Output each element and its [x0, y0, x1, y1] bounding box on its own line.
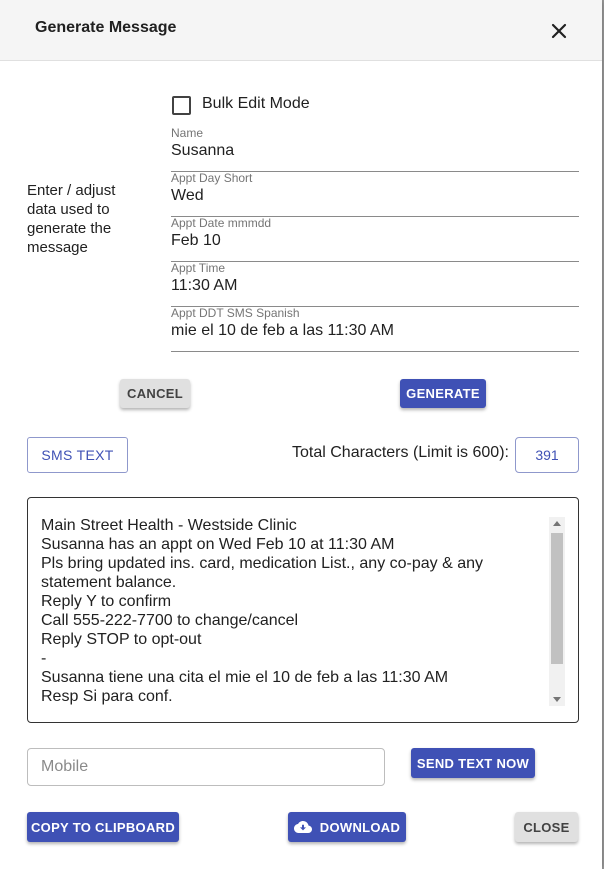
appt-ddt-sms-spanish-field: Appt DDT SMS Spanish [171, 306, 579, 352]
send-text-now-button[interactable]: SEND TEXT NOW [411, 748, 535, 778]
message-line: Main Street Health - Westside Clinic [41, 517, 297, 534]
message-line: statement balance. [41, 574, 177, 591]
appt-time-field: Appt Time [171, 261, 579, 307]
cancel-button[interactable]: CANCEL [120, 379, 190, 408]
appt-time-input[interactable] [171, 277, 576, 295]
download-label: DOWNLOAD [319, 819, 401, 835]
close-icon[interactable] [546, 18, 572, 44]
message-line: Resp Si para conf. [41, 688, 173, 705]
message-line: Susanna tiene una cita el mie el 10 de f… [41, 669, 449, 686]
scroll-thumb[interactable] [551, 533, 563, 664]
mobile-input[interactable] [27, 748, 385, 786]
message-line: - [41, 650, 47, 667]
name-field: Name [171, 126, 579, 172]
bulk-edit-checkbox[interactable] [172, 96, 191, 115]
scroll-up-arrow-icon[interactable] [553, 521, 561, 526]
appt-day-short-field: Appt Day Short [171, 171, 579, 217]
generate-button[interactable]: GENERATE [400, 379, 486, 408]
download-button[interactable]: DOWNLOAD [288, 812, 406, 842]
name-input[interactable] [171, 142, 576, 160]
name-field-label: Name [171, 126, 204, 140]
generate-message-dialog: Generate Message Enter / adjust data use… [0, 0, 602, 869]
appt-date-field: Appt Date mmmdd [171, 216, 579, 262]
dialog-title: Generate Message [35, 19, 177, 36]
instructions-text: Enter / adjust data used to generate the… [27, 182, 116, 256]
appt-day-short-label: Appt Day Short [171, 171, 253, 185]
message-line: Reply STOP to opt-out [41, 631, 202, 648]
dialog-header: Generate Message [0, 0, 602, 61]
message-line: Pls bring updated ins. card, medication … [41, 555, 484, 572]
message-line: Susanna has an appt on Wed Feb 10 at 11:… [41, 536, 395, 553]
message-scrollbar[interactable] [549, 517, 565, 706]
message-line: Call 555-222-7700 to change/cancel [41, 612, 299, 629]
close-button[interactable]: CLOSE [515, 812, 578, 842]
message-text: Main Street Health - Westside Clinic Sus… [41, 516, 546, 706]
bulk-edit-label: Bulk Edit Mode [202, 95, 310, 112]
copy-to-clipboard-button[interactable]: COPY TO CLIPBOARD [27, 812, 179, 842]
appt-date-label: Appt Date mmmdd [171, 216, 272, 230]
scroll-down-arrow-icon[interactable] [553, 697, 561, 702]
appt-ddt-sms-spanish-label: Appt DDT SMS Spanish [171, 306, 300, 320]
appt-ddt-sms-spanish-input[interactable] [171, 322, 576, 340]
total-characters-count: 391 [515, 437, 579, 473]
appt-date-input[interactable] [171, 232, 576, 250]
cloud-download-icon [293, 821, 312, 833]
message-line: Reply Y to confirm [41, 593, 172, 610]
sms-text-button[interactable]: SMS TEXT [27, 437, 128, 473]
message-textarea[interactable]: Main Street Health - Westside Clinic Sus… [27, 497, 579, 723]
total-characters-label: Total Characters (Limit is 600): [292, 444, 509, 461]
appt-day-short-input[interactable] [171, 187, 576, 205]
appt-time-label: Appt Time [171, 261, 226, 275]
